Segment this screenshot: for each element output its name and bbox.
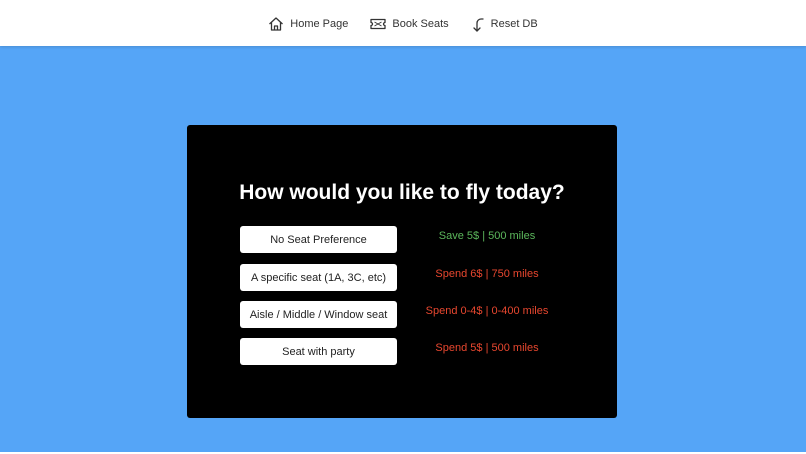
option-price: Spend 0-4$ | 0-400 miles	[425, 305, 549, 317]
ticket-icon	[370, 17, 387, 31]
option-row: Seat with party Spend 5$ | 500 miles	[187, 338, 617, 365]
specific-seat-button[interactable]: A specific seat (1A, 3C, etc)	[240, 264, 397, 291]
seat-with-party-button[interactable]: Seat with party	[240, 338, 397, 365]
nav-menu: Home Page Book Seats Reset DB	[0, 0, 806, 46]
nav-reset-db[interactable]: Reset DB	[471, 14, 538, 32]
home-icon	[268, 16, 284, 32]
no-seat-preference-button[interactable]: No Seat Preference	[240, 226, 397, 253]
option-price: Spend 6$ | 750 miles	[435, 268, 539, 280]
option-row: A specific seat (1A, 3C, etc) Spend 6$ |…	[187, 264, 617, 291]
option-row: Aisle / Middle / Window seat Spend 0-4$ …	[187, 301, 617, 328]
nav-reset-db-label: Reset DB	[490, 18, 538, 30]
nav-book-seats-label: Book Seats	[392, 18, 449, 30]
option-price: Spend 5$ | 500 miles	[435, 342, 539, 354]
option-price: Save 5$ | 500 miles	[438, 230, 536, 242]
seat-preference-card: How would you like to fly today? No Seat…	[187, 125, 617, 418]
nav-home-page-label: Home Page	[290, 18, 349, 30]
nav-home-page[interactable]: Home Page	[268, 14, 348, 32]
nav-book-seats[interactable]: Book Seats	[370, 15, 449, 31]
top-navbar: Home Page Book Seats Reset DB	[0, 0, 806, 46]
aisle-middle-window-button[interactable]: Aisle / Middle / Window seat	[240, 301, 397, 328]
reset-arrow-icon	[471, 16, 485, 32]
option-row: No Seat Preference Save 5$ | 500 miles	[187, 226, 617, 253]
card-headline: How would you like to fly today?	[239, 181, 565, 204]
